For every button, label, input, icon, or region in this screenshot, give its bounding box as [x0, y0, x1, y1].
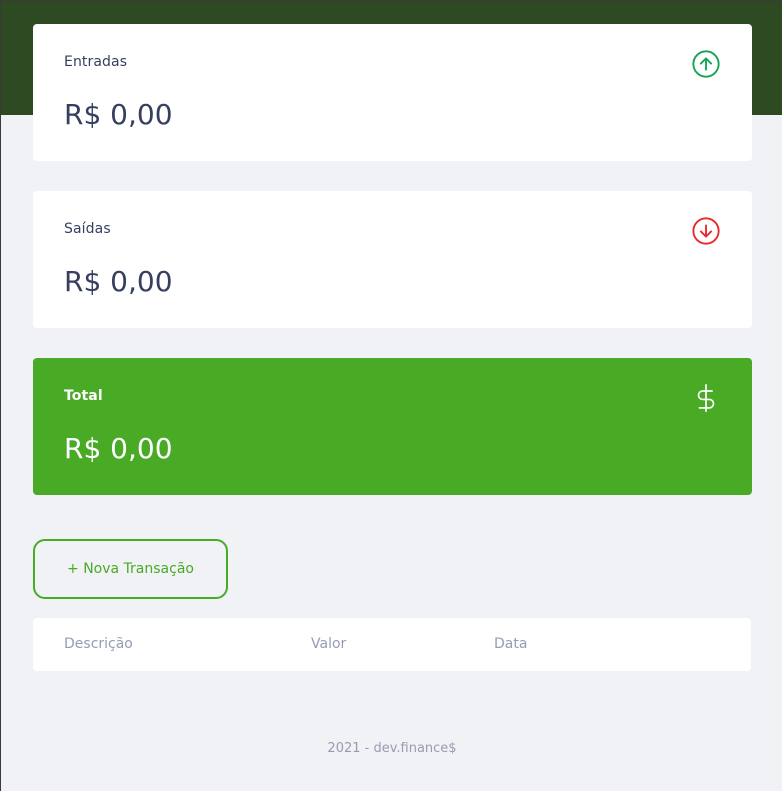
table-header-date: Data	[494, 636, 528, 652]
transactions-table: Descrição Valor Data	[33, 618, 751, 671]
arrow-up-circle-icon	[692, 50, 720, 78]
new-transaction-button[interactable]: + Nova Transação	[33, 539, 228, 599]
footer-text: 2021 - dev.finance$	[327, 741, 457, 756]
total-card: Total R$ 0,00	[33, 358, 752, 495]
income-label: Entradas	[64, 54, 128, 70]
income-card: Entradas R$ 0,00	[33, 24, 752, 161]
income-value: R$ 0,00	[64, 98, 173, 131]
expense-value: R$ 0,00	[64, 265, 173, 298]
expense-label: Saídas	[64, 221, 111, 237]
dollar-sign-icon	[697, 384, 715, 412]
table-header-amount: Valor	[311, 636, 347, 652]
total-label: Total	[64, 388, 103, 404]
arrow-down-circle-icon	[692, 217, 720, 245]
total-value: R$ 0,00	[64, 432, 173, 465]
expense-card: Saídas R$ 0,00	[33, 191, 752, 328]
table-header-description: Descrição	[64, 636, 133, 652]
